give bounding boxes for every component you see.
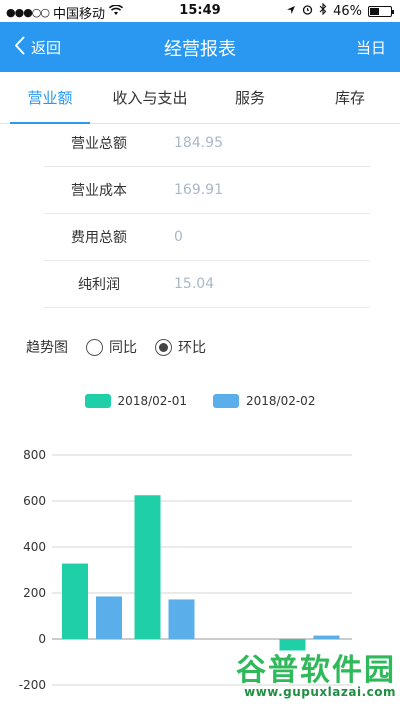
summary-value: 169.91 bbox=[174, 182, 223, 198]
summary-label: 营业总额 bbox=[71, 136, 127, 152]
status-right: 46% bbox=[286, 2, 394, 19]
bar-series-2 bbox=[96, 596, 122, 639]
summary-row-total-revenue: 营业总额 184.95 bbox=[44, 120, 370, 167]
y-tick-label: 400 bbox=[23, 540, 46, 554]
option-label: 环比 bbox=[178, 340, 206, 356]
legend-item[interactable]: 2018/02-01 bbox=[84, 394, 187, 408]
alarm-icon bbox=[302, 4, 313, 19]
location-icon bbox=[286, 4, 296, 19]
tab-service[interactable]: 服务 bbox=[200, 72, 300, 123]
legend-swatch bbox=[213, 394, 239, 408]
tab-income-expense[interactable]: 收入与支出 bbox=[100, 72, 200, 123]
y-tick-label: 200 bbox=[23, 586, 46, 600]
y-tick-label: 800 bbox=[23, 448, 46, 462]
page-title: 经营报表 bbox=[164, 39, 236, 60]
today-button[interactable]: 当日 bbox=[356, 37, 386, 58]
summary-value: 0 bbox=[174, 229, 183, 245]
radio-checked-icon[interactable] bbox=[155, 338, 172, 356]
option-year-on-year[interactable]: 同比 bbox=[86, 337, 137, 357]
tab-bar: 营业额 收入与支出 服务 库存 bbox=[0, 72, 400, 124]
summary-value: 184.95 bbox=[174, 135, 223, 151]
legend-item[interactable]: 2018/02-02 bbox=[213, 394, 315, 408]
tab-revenue[interactable]: 营业额 bbox=[0, 72, 100, 124]
summary-value: 15.04 bbox=[174, 276, 215, 292]
radio-unchecked-icon[interactable] bbox=[86, 338, 103, 356]
bluetooth-icon bbox=[319, 2, 327, 19]
trend-selector: 趋势图 同比 环比 bbox=[26, 337, 206, 357]
summary-label: 营业成本 bbox=[71, 183, 127, 199]
legend-label: 2018/02-02 bbox=[246, 394, 316, 408]
summary-list: 营业总额 184.95 营业成本 169.91 费用总额 0 纯利润 15.04 bbox=[44, 120, 370, 308]
y-tick-label: 0 bbox=[38, 632, 46, 646]
summary-row-net-profit: 纯利润 15.04 bbox=[44, 261, 370, 308]
bar-series-2 bbox=[168, 599, 195, 639]
battery-icon bbox=[368, 5, 394, 17]
bar-series-1 bbox=[62, 563, 88, 639]
summary-label: 纯利润 bbox=[78, 277, 120, 293]
option-label: 同比 bbox=[109, 340, 137, 356]
legend-label: 2018/02-01 bbox=[117, 394, 187, 408]
summary-row-cost: 营业成本 169.91 bbox=[44, 167, 370, 214]
watermark-title: 谷普软件园 bbox=[236, 653, 396, 688]
status-bar: ●●●○○ 中国移动 15:49 46% bbox=[0, 0, 400, 22]
legend-swatch bbox=[84, 394, 111, 408]
tab-inventory[interactable]: 库存 bbox=[300, 72, 400, 123]
battery-percent: 46% bbox=[333, 3, 362, 19]
watermark-logo: 谷普软件园 www.gupuxlazai.com bbox=[210, 645, 396, 705]
y-tick-label: 600 bbox=[23, 494, 46, 508]
option-period-on-period[interactable]: 环比 bbox=[155, 337, 206, 357]
bar-series-2 bbox=[313, 635, 340, 639]
trend-label: 趋势图 bbox=[26, 340, 68, 356]
watermark-url: www.gupuxlazai.com bbox=[244, 685, 396, 699]
summary-row-expense: 费用总额 0 bbox=[44, 214, 370, 261]
summary-label: 费用总额 bbox=[71, 230, 127, 246]
y-tick-label: -200 bbox=[19, 678, 46, 692]
nav-bar: 返回 经营报表 当日 bbox=[0, 22, 400, 72]
bar-series-1 bbox=[134, 495, 161, 639]
chart-legend: 2018/02-01 2018/02-02 bbox=[0, 394, 400, 408]
